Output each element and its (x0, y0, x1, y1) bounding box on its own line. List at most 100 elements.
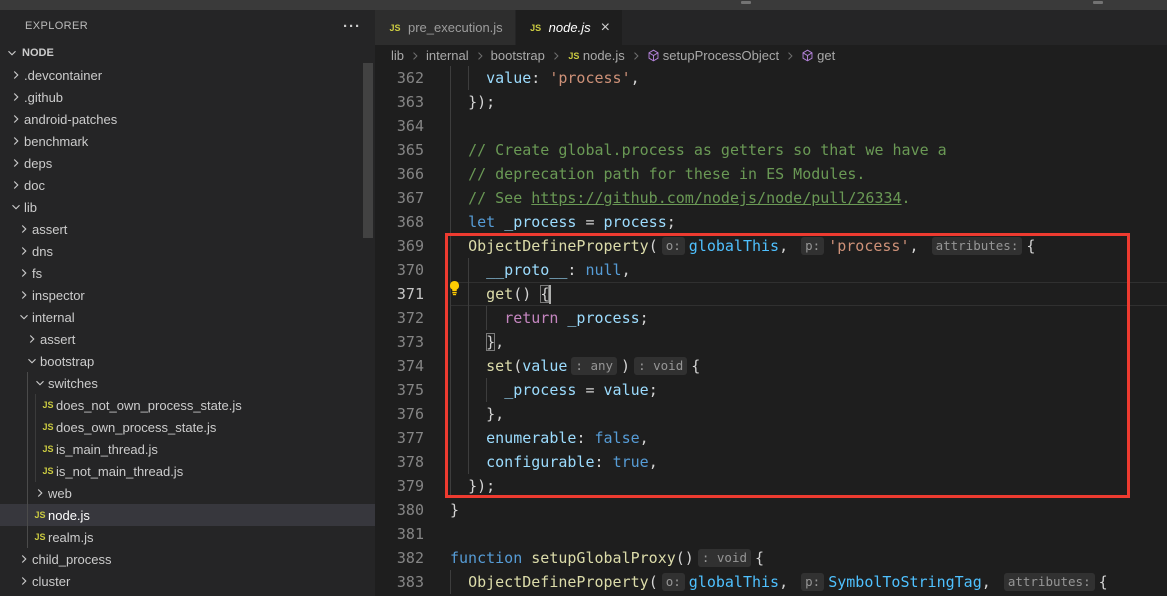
code-line-371[interactable]: 371 get() { (375, 282, 1167, 306)
tree-item-switches[interactable]: switches (0, 372, 375, 394)
line-number: 373 (375, 330, 450, 354)
code-line-368[interactable]: 368 let _process = process; (375, 210, 1167, 234)
chevron-right-icon (16, 287, 32, 303)
code-line-378[interactable]: 378 configurable: true, (375, 450, 1167, 474)
code-line-372[interactable]: 372 return _process; (375, 306, 1167, 330)
tree-item-label: switches (48, 376, 98, 391)
inlay-hint: : void (698, 549, 751, 567)
section-header-node[interactable]: NODE (0, 42, 375, 64)
breadcrumb-item-lib[interactable]: lib (391, 48, 404, 63)
chevron-right-icon (16, 551, 32, 567)
inlay-hint: attributes: (1004, 573, 1095, 591)
tab-pre-execution-js[interactable]: JSpre_execution.js (375, 10, 516, 45)
tree-item-node-js[interactable]: JSnode.js (0, 504, 375, 526)
tree-item-dns[interactable]: dns (0, 240, 375, 262)
indent-guide (450, 90, 451, 114)
code-token: = (576, 381, 603, 399)
breadcrumb-item-bootstrap[interactable]: bootstrap (491, 48, 545, 63)
js-file-icon: JS (40, 397, 56, 413)
line-content: }, (450, 330, 1167, 354)
tree-item-label: lib (24, 200, 37, 215)
close-icon[interactable]: × (601, 20, 610, 36)
line-number: 378 (375, 450, 450, 474)
tree-item-cluster[interactable]: cluster (0, 570, 375, 592)
code-line-367[interactable]: 367 // See https://github.com/nodejs/nod… (375, 186, 1167, 210)
code-token: ( (649, 573, 658, 591)
tree-item-child-process[interactable]: child_process (0, 548, 375, 570)
tree-item-label: fs (32, 266, 42, 281)
code-line-373[interactable]: 373 }, (375, 330, 1167, 354)
inlay-hint: attributes: (932, 237, 1023, 255)
indent-guide (468, 402, 469, 426)
tree-item-inspector[interactable]: inspector (0, 284, 375, 306)
sidebar-scrollbar[interactable] (363, 63, 373, 238)
code-token: globalThis (689, 573, 779, 591)
code-line-363[interactable]: 363 }); (375, 90, 1167, 114)
tree-item-is-main-thread-js[interactable]: JSis_main_thread.js (0, 438, 375, 460)
js-file-icon: JS (528, 20, 544, 36)
code-line-383[interactable]: 383 ObjectDefineProperty(o:globalThis, p… (375, 570, 1167, 594)
tree-item-lib[interactable]: lib (0, 196, 375, 218)
code-line-381[interactable]: 381 (375, 522, 1167, 546)
tree-item-doc[interactable]: doc (0, 174, 375, 196)
code-line-376[interactable]: 376 }, (375, 402, 1167, 426)
tree-item-realm-js[interactable]: JSrealm.js (0, 526, 375, 548)
code-line-380[interactable]: 380} (375, 498, 1167, 522)
line-content: set(value: any): void{ (450, 354, 1167, 378)
indent-guide (450, 402, 451, 426)
tab-node-js[interactable]: JSnode.js× (516, 10, 623, 45)
tree-item-fs[interactable]: fs (0, 262, 375, 284)
tree-item-benchmark[interactable]: benchmark (0, 130, 375, 152)
tree-item--github[interactable]: .github (0, 86, 375, 108)
code-line-375[interactable]: 375 _process = value; (375, 378, 1167, 402)
vscode-window: EXPLORER ··· NODE .devcontainer.githuban… (0, 0, 1167, 596)
breadcrumb-item-get[interactable]: get (801, 48, 835, 63)
symbol-method-icon (647, 49, 660, 62)
code-line-369[interactable]: 369 ObjectDefineProperty(o:globalThis, p… (375, 234, 1167, 258)
code-line-362[interactable]: 362 value: 'process', (375, 66, 1167, 90)
tree-item--devcontainer[interactable]: .devcontainer (0, 64, 375, 86)
code-line-382[interactable]: 382function setupGlobalProxy(): void{ (375, 546, 1167, 570)
code-line-370[interactable]: 370 __proto__: null, (375, 258, 1167, 282)
tree-item-does-not-own-process-state-js[interactable]: JSdoes_not_own_process_state.js (0, 394, 375, 416)
code-line-365[interactable]: 365 // Create global.process as getters … (375, 138, 1167, 162)
breadcrumb-item-setupprocessobject[interactable]: setupProcessObject (647, 48, 779, 63)
lightbulb-icon[interactable] (447, 280, 462, 296)
tree-item-label: inspector (32, 288, 85, 303)
js-file-icon: JS (40, 441, 56, 457)
tree-item-deps[interactable]: deps (0, 152, 375, 174)
code-line-377[interactable]: 377 enumerable: false, (375, 426, 1167, 450)
tree-item-assert[interactable]: assert (0, 328, 375, 350)
breadcrumb-item-node-js[interactable]: JSnode.js (567, 48, 625, 64)
breadcrumb-label: internal (426, 48, 469, 63)
code-line-379[interactable]: 379 }); (375, 474, 1167, 498)
tree-item-android-patches[interactable]: android-patches (0, 108, 375, 130)
js-file-icon: JS (32, 507, 48, 523)
tree-item-bootstrap[interactable]: bootstrap (0, 350, 375, 372)
code-line-366[interactable]: 366 // deprecation path for these in ES … (375, 162, 1167, 186)
chevron-right-icon (8, 177, 24, 193)
breadcrumb-item-internal[interactable]: internal (426, 48, 469, 63)
tree-indent-guide (35, 394, 36, 482)
code-token: __proto__ (486, 261, 567, 279)
chevron-right-icon (630, 50, 642, 62)
code-token: : (531, 69, 549, 87)
tree-item-web[interactable]: web (0, 482, 375, 504)
code-line-364[interactable]: 364 (375, 114, 1167, 138)
indent-guide (468, 426, 469, 450)
tree-item-is-not-main-thread-js[interactable]: JSis_not_main_thread.js (0, 460, 375, 482)
explorer-more-actions-icon[interactable]: ··· (343, 18, 361, 35)
code-token: value (486, 69, 531, 87)
chevron-right-icon (8, 89, 24, 105)
tree-item-internal[interactable]: internal (0, 306, 375, 328)
tree-item-label: internal (32, 310, 75, 325)
indent-guide (450, 186, 451, 210)
tree-item-does-own-process-state-js[interactable]: JSdoes_own_process_state.js (0, 416, 375, 438)
code-editor[interactable]: 362 value: 'process',363 });364 365 // C… (375, 66, 1167, 596)
code-token: // deprecation path for these in ES Modu… (468, 165, 865, 183)
line-number: 367 (375, 186, 450, 210)
code-token: configurable (486, 453, 594, 471)
code-line-374[interactable]: 374 set(value: any): void{ (375, 354, 1167, 378)
tree-item-assert[interactable]: assert (0, 218, 375, 240)
line-content: }, (450, 402, 1167, 426)
